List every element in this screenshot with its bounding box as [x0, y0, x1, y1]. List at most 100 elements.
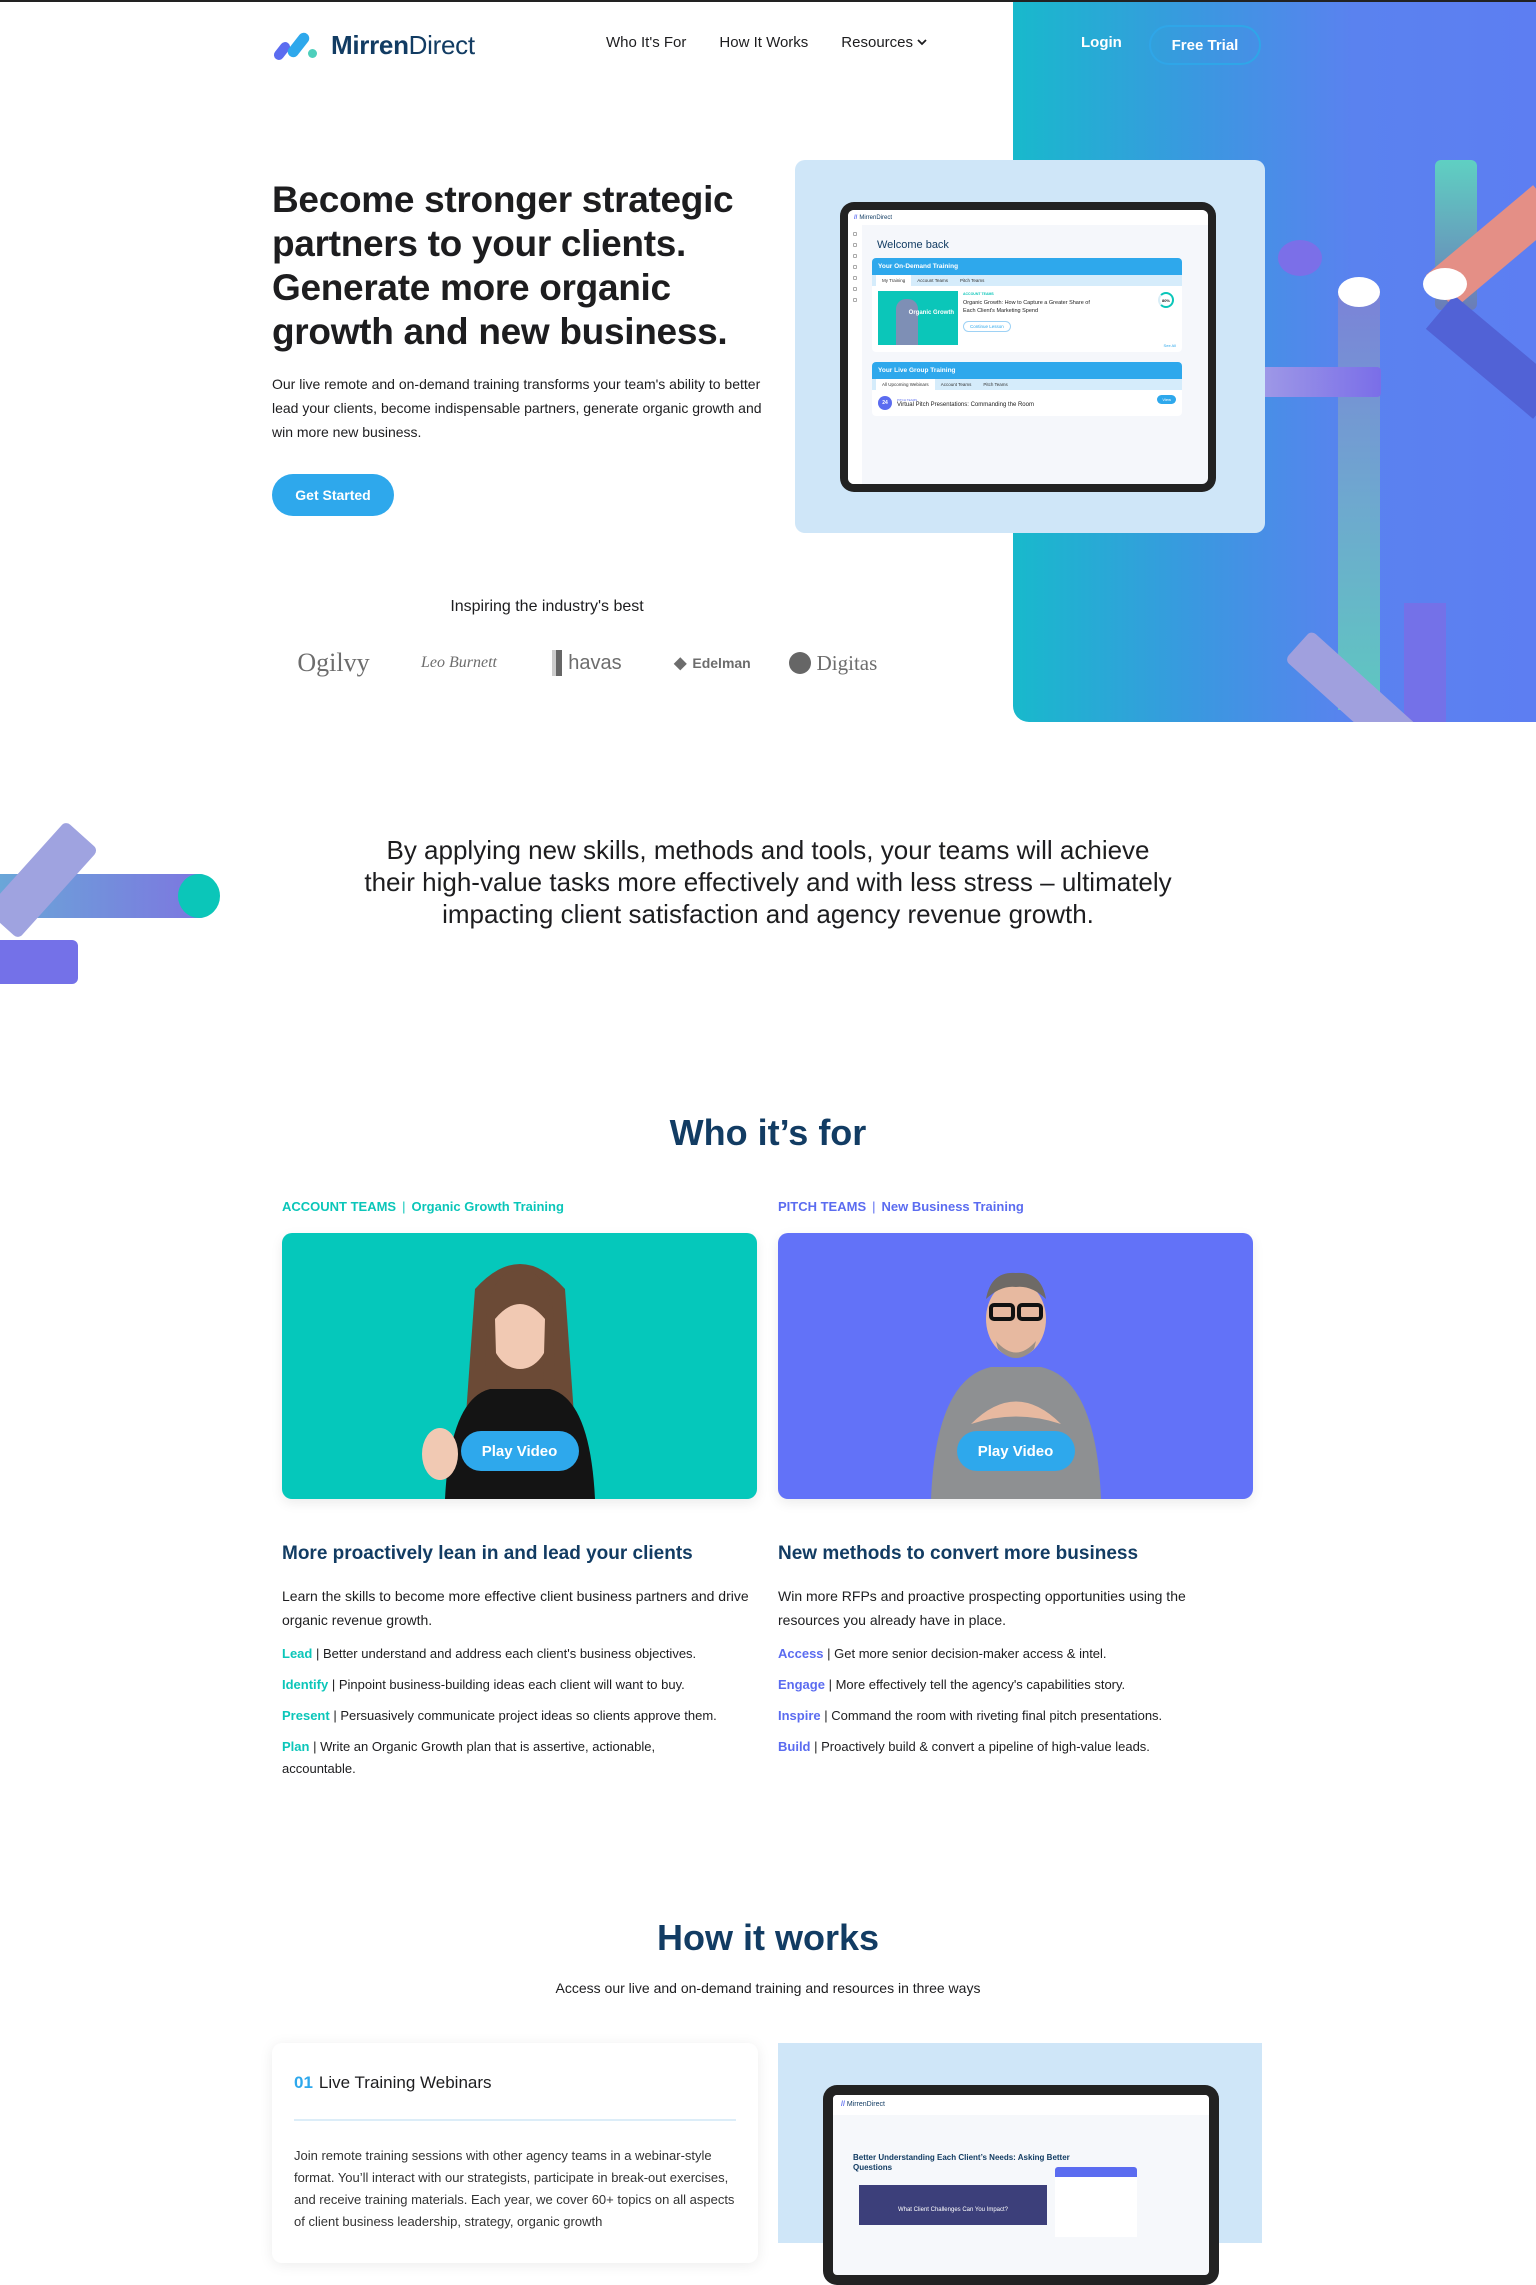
- pitch-teams-description: Win more RFPs and proactive prospecting …: [778, 1588, 1186, 1628]
- folder-icon: [853, 265, 857, 269]
- how-subheading: Access our live and on-demand training a…: [555, 1980, 981, 1996]
- webinar-video[interactable]: What Client Challenges Can You Impact?: [859, 2185, 1047, 2225]
- screen-topbar: // MirrenDirect: [833, 2095, 1209, 2115]
- tab-account-teams[interactable]: Account Teams: [911, 275, 954, 286]
- eyebrow-pitch-teams: PITCH TEAMS | New Business Training: [778, 1199, 1024, 1214]
- lesson-thumbnail[interactable]: Organic Growth: [878, 291, 958, 345]
- presenter-image: [896, 299, 918, 345]
- edelman-mark-icon: ◆: [674, 655, 687, 672]
- main-nav: Who It's For How It Works Resources: [606, 34, 927, 51]
- value-statement: By applying new skills, methods and tool…: [364, 835, 1172, 929]
- get-started-button[interactable]: Get Started: [272, 474, 394, 516]
- webinar-screen: // MirrenDirect Better Understanding Eac…: [833, 2095, 1209, 2275]
- logo-mark-icon: [271, 30, 325, 62]
- step-card-live-webinars[interactable]: 01 Live Training Webinars Join remote tra…: [272, 2043, 758, 2263]
- play-video-button[interactable]: Play Video: [460, 1431, 579, 1471]
- bullet-item: Lead | Better understand and address eac…: [282, 1646, 697, 1661]
- tab-account-teams[interactable]: Account Teams: [935, 379, 978, 390]
- webinar-title: Virtual Pitch Presentations: Commanding …: [897, 402, 1034, 408]
- login-link[interactable]: Login: [1081, 34, 1122, 51]
- dashboard-preview: //MirrenDirect Welcome back Your On-Dema…: [795, 160, 1265, 533]
- logo-leo-burnett: Leo Burnett: [420, 654, 497, 671]
- nav-how-it-works[interactable]: How It Works: [719, 34, 808, 51]
- brand-name: MirrenDirect: [331, 30, 475, 60]
- bullet-item: Access | Get more senior decision-maker …: [778, 1646, 1107, 1661]
- bullet-item: Engage | More effectively tell the agenc…: [778, 1677, 1126, 1692]
- nav-label: Resources: [841, 34, 913, 51]
- card-tabs: My Training Account Teams Pitch Teams: [872, 275, 1182, 286]
- tablet-frame: // MirrenDirect Better Understanding Eac…: [823, 2085, 1219, 2285]
- date-badge: 24: [878, 396, 892, 410]
- hero-subtitle: Our live remote and on-demand training t…: [272, 376, 762, 440]
- logo-mark-icon: //: [854, 214, 858, 221]
- account-teams-video[interactable]: Play Video: [282, 1233, 757, 1499]
- live-training-card: Your Live Group Training All Upcoming We…: [872, 362, 1182, 416]
- logo-edelman: ◆ Edelman: [674, 655, 751, 672]
- decor-slash: [1425, 295, 1536, 419]
- bullet-item: Build | Proactively build & convert a pi…: [778, 1739, 1150, 1754]
- chart-icon: [853, 298, 857, 302]
- decor-bar: [1404, 603, 1446, 722]
- dashboard-sidebar: [848, 225, 862, 484]
- account-teams-title: More proactively lean in and lead your c…: [282, 1543, 693, 1564]
- eyebrow-account-teams: ACCOUNT TEAMS | Organic Growth Training: [282, 1199, 564, 1214]
- webinar-title: Better Understanding Each Client’s Needs…: [853, 2153, 1070, 2172]
- lesson-tag: ACCOUNT TEAMS: [963, 292, 994, 296]
- thumbnail-label: Organic Growth: [908, 310, 954, 316]
- webinar-details: [1055, 2177, 1137, 2237]
- decor-dot: [178, 874, 220, 918]
- step-title: 01 Live Training Webinars: [294, 2073, 492, 2092]
- card-header: Your On-Demand Training: [872, 258, 1182, 275]
- refresh-icon: [853, 287, 857, 291]
- add-to-calendar-button[interactable]: [1055, 2167, 1137, 2177]
- tab-pitch-teams[interactable]: Pitch Teams: [954, 275, 990, 286]
- card-tabs: All Upcoming Webinars Account Teams Pitc…: [872, 379, 1182, 390]
- brand-logo[interactable]: MirrenDirect: [271, 30, 475, 62]
- nav-label: How It Works: [719, 34, 809, 51]
- play-video-button[interactable]: Play Video: [956, 1431, 1075, 1471]
- see-all-link[interactable]: See All: [1164, 343, 1176, 348]
- nav-who-its-for[interactable]: Who It's For: [606, 34, 686, 51]
- top-border: [0, 0, 1536, 2]
- havas-mark-icon: [552, 650, 563, 676]
- decor-dot: [1278, 240, 1322, 276]
- bullet-item: Plan | Write an Organic Growth plan that…: [282, 1739, 656, 1776]
- view-button[interactable]: View: [1157, 395, 1176, 404]
- tab-pitch-teams[interactable]: Pitch Teams: [977, 379, 1013, 390]
- lesson-title: Organic Growth: How to Capture a Greater…: [963, 300, 1090, 314]
- chevron-down-icon: [917, 39, 927, 46]
- tablet-frame: //MirrenDirect Welcome back Your On-Dema…: [840, 202, 1216, 492]
- card-header: Your Live Group Training: [872, 362, 1182, 379]
- dashboard-screen: //MirrenDirect Welcome back Your On-Dema…: [848, 210, 1208, 484]
- progress-ring: 80%: [1158, 292, 1174, 308]
- webinar-preview: // MirrenDirect Better Understanding Eac…: [778, 2043, 1262, 2285]
- decor-circle: [1423, 268, 1467, 300]
- tab-my-training[interactable]: My Training: [876, 275, 912, 286]
- welcome-heading: Welcome back: [877, 239, 949, 251]
- step-description: Join remote training sessions with other…: [294, 2148, 735, 2229]
- logo-digitas: Digitas: [774, 651, 892, 676]
- divider: [294, 2119, 736, 2121]
- bullet-item: Inspire | Command the room with riveting…: [778, 1708, 1163, 1723]
- megaphone-icon: [853, 276, 857, 280]
- logo-ogilvy: Ogilvy: [297, 648, 370, 677]
- decor-bar: [0, 940, 78, 984]
- date-day: 24: [882, 400, 888, 406]
- bullet-item: Identify | Pinpoint business-building id…: [282, 1677, 685, 1692]
- how-heading: How it works: [656, 1917, 880, 1958]
- logo-havas: havas: [523, 650, 651, 676]
- account-teams-description: Learn the skills to become more effectiv…: [282, 1588, 749, 1628]
- tab-all-webinars[interactable]: All Upcoming Webinars: [876, 379, 935, 390]
- pitch-teams-title: New methods to convert more business: [778, 1543, 1139, 1564]
- dashboard-brand: MirrenDirect: [859, 214, 893, 221]
- nav-resources[interactable]: Resources: [841, 34, 927, 51]
- book-icon: [853, 243, 857, 247]
- dashboard-topbar: //MirrenDirect: [848, 210, 1208, 225]
- nav-label: Who It's For: [606, 34, 687, 51]
- hero-title: Become stronger strategic partners to yo…: [272, 179, 734, 352]
- continue-lesson-button[interactable]: Continue Lesson: [963, 321, 1011, 332]
- free-trial-button[interactable]: Free Trial: [1149, 25, 1261, 65]
- digitas-mark-icon: [788, 652, 811, 674]
- pitch-teams-video[interactable]: Play Video: [778, 1233, 1253, 1499]
- decor-circle: [1338, 277, 1380, 307]
